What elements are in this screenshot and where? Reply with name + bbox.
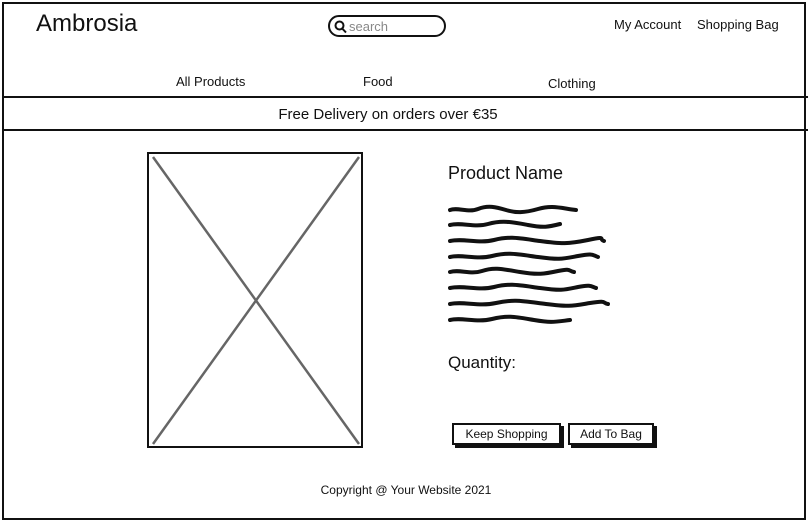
search-box[interactable] [328,15,446,37]
product-description-scribble [448,204,610,324]
add-to-bag-button[interactable]: Add To Bag [568,423,654,445]
promo-banner: Free Delivery on orders over €35 [278,106,498,123]
quantity-label: Quantity: [448,353,517,372]
image-placeholder-icon [147,152,363,448]
page-frame [2,2,806,520]
shopping-bag-link[interactable]: Shopping Bag [697,17,779,32]
keep-shopping-button[interactable]: Keep Shopping [452,423,561,445]
search-input[interactable] [349,18,441,34]
nav-food[interactable]: Food [363,74,393,89]
nav-divider-top [2,96,808,98]
footer-copyright: Copyright @ Your Website 2021 [320,483,492,497]
brand-logo[interactable]: Ambrosia [36,10,137,38]
my-account-link[interactable]: My Account [614,17,681,32]
nav-divider-bottom [2,129,808,131]
nav-clothing[interactable]: Clothing [548,76,596,91]
product-name: Product Name [448,163,564,183]
search-icon [334,20,347,34]
nav-all-products[interactable]: All Products [176,74,245,89]
